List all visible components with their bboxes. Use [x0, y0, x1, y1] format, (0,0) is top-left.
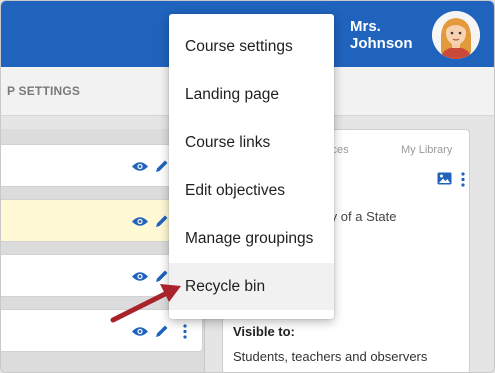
pencil-icon[interactable]	[155, 159, 169, 173]
menu-item-landing-page[interactable]: Landing page	[169, 71, 334, 118]
settings-tab[interactable]: P SETTINGS	[7, 84, 80, 98]
app-window: Mrs. Johnson P SETTINGS My Library story…	[0, 0, 495, 373]
user-name[interactable]: Mrs. Johnson	[350, 18, 430, 52]
user-name-line2: Johnson	[350, 35, 413, 52]
visible-to-label: Visible to:	[233, 324, 295, 339]
menu-item-edit-objectives[interactable]: Edit objectives	[169, 167, 334, 214]
user-name-line1: Mrs.	[350, 18, 381, 35]
kebab-menu-icon[interactable]	[461, 172, 465, 187]
avatar[interactable]	[432, 11, 480, 59]
visible-to-value: Students, teachers and observers	[233, 349, 428, 364]
pencil-icon[interactable]	[155, 214, 169, 228]
tab-my-library[interactable]: My Library	[401, 144, 452, 156]
menu-item-recycle-bin[interactable]: Recycle bin	[169, 263, 334, 310]
avatar-portrait-icon	[432, 11, 480, 59]
eye-icon[interactable]	[132, 216, 148, 227]
image-icon[interactable]	[437, 172, 452, 185]
settings-dropdown-menu: Course settings Landing page Course link…	[169, 14, 334, 319]
annotation-arrow-icon	[110, 284, 181, 323]
menu-item-course-settings[interactable]: Course settings	[169, 23, 334, 70]
menu-item-course-links[interactable]: Course links	[169, 119, 334, 166]
eye-icon[interactable]	[132, 161, 148, 172]
menu-item-manage-groupings[interactable]: Manage groupings	[169, 215, 334, 262]
